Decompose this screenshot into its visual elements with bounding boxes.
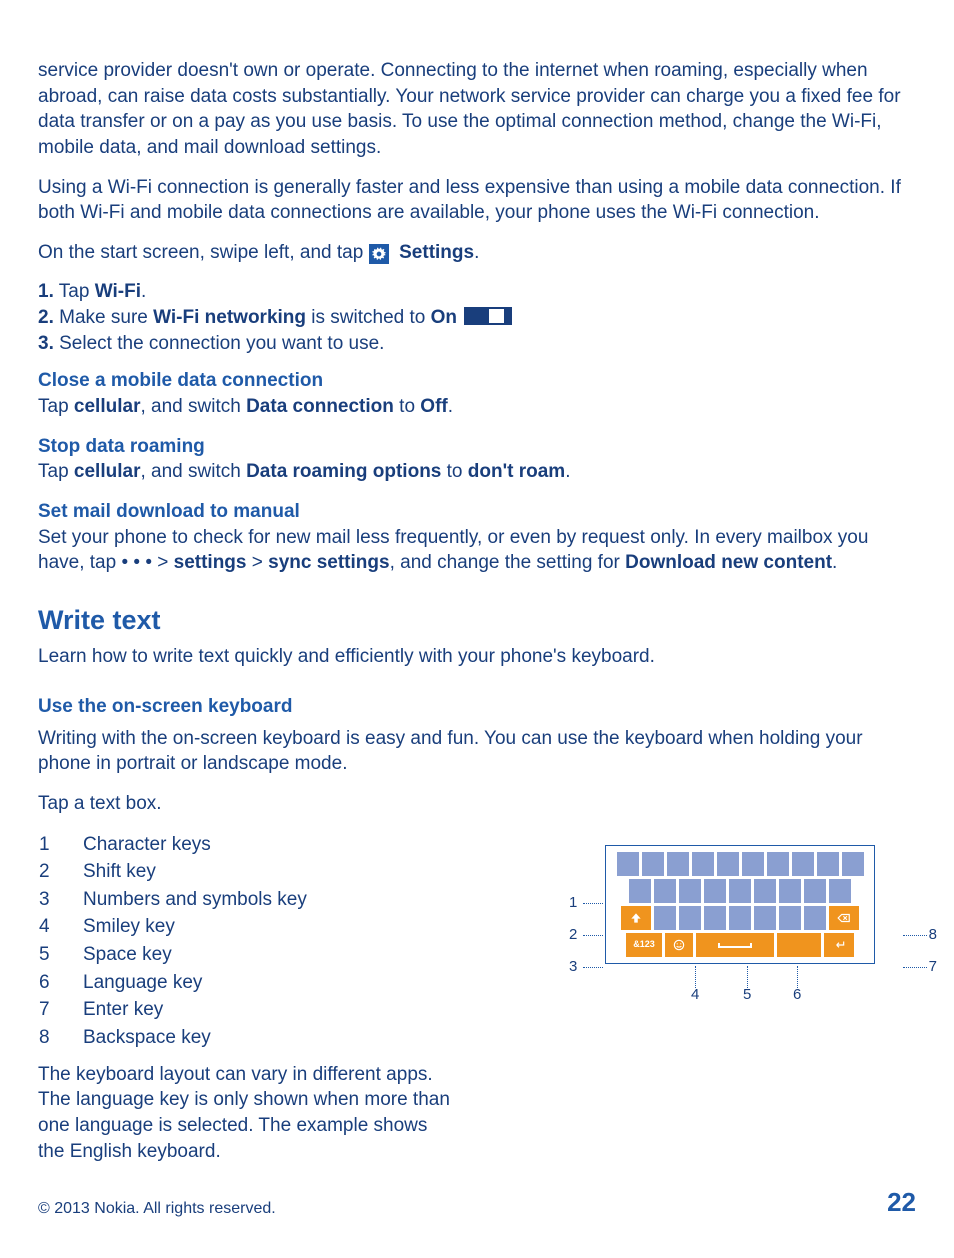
key-legend-table: 1Character keys 2Shift key 3Numbers and … [38, 831, 308, 1052]
mail-heading: Set mail download to manual [38, 499, 916, 525]
callout-1: 1 [569, 893, 577, 913]
callout-6: 6 [793, 985, 801, 1005]
callout-5: 5 [743, 985, 751, 1005]
symbols-key: &123 [626, 933, 662, 957]
legend-row: 2Shift key [38, 858, 308, 886]
osk-intro: Writing with the on-screen keyboard is e… [38, 726, 916, 777]
enter-key-icon [824, 933, 854, 957]
shift-key-icon [621, 906, 651, 930]
keyboard-illustration: &123 [605, 845, 875, 964]
step-2: 2. Make sure Wi-Fi networking is switche… [38, 305, 916, 331]
mail-body: Set your phone to check for new mail les… [38, 525, 916, 576]
stop-roaming-section: Stop data roaming Tap cellular, and swit… [38, 434, 916, 485]
mail-section: Set mail download to manual Set your pho… [38, 499, 916, 576]
settings-label: Settings [394, 242, 474, 263]
step-1: 1. Tap Wi-Fi. [38, 279, 916, 305]
legend-row: 8Backspace key [38, 1024, 308, 1052]
smiley-key-icon [665, 933, 693, 957]
callout-2: 2 [569, 925, 577, 945]
legend-row: 6Language key [38, 969, 308, 997]
page-footer: © 2013 Nokia. All rights reserved. 22 [38, 1185, 916, 1220]
ellipsis-icon: • • • [121, 552, 157, 573]
page-number: 22 [887, 1185, 916, 1220]
toggle-on-icon [464, 307, 506, 325]
osk-subhead: Use the on-screen keyboard [38, 694, 916, 720]
paragraph-intro-2: Using a Wi-Fi connection is generally fa… [38, 175, 916, 226]
legend-row: 3Numbers and symbols key [38, 886, 308, 914]
space-key-icon [696, 933, 774, 957]
write-intro: Learn how to write text quickly and effi… [38, 644, 916, 670]
legend-row: 5Space key [38, 941, 308, 969]
start-instruction: On the start screen, swipe left, and tap… [38, 240, 916, 266]
close-connection-section: Close a mobile data connection Tap cellu… [38, 368, 916, 419]
callout-3: 3 [569, 957, 577, 977]
legend-row: 4Smiley key [38, 913, 308, 941]
close-body: Tap cellular, and switch Data connection… [38, 394, 916, 420]
legend-row: 1Character keys [38, 831, 308, 859]
char-key [617, 852, 639, 876]
stop-heading: Stop data roaming [38, 434, 916, 460]
paragraph-intro-1: service provider doesn't own or operate.… [38, 58, 916, 161]
copyright-text: © 2013 Nokia. All rights reserved. [38, 1198, 276, 1220]
stop-body: Tap cellular, and switch Data roaming op… [38, 459, 916, 485]
osk-tap: Tap a text box. [38, 791, 916, 817]
close-heading: Close a mobile data connection [38, 368, 916, 394]
language-key [777, 933, 821, 957]
settings-icon [369, 244, 389, 264]
steps-list: 1. Tap Wi-Fi. 2. Make sure Wi-Fi network… [38, 279, 916, 356]
keyboard-diagram: 1 2 3 8 7 [571, 845, 901, 964]
backspace-key-icon [829, 906, 859, 930]
osk-note: The keyboard layout can vary in differen… [38, 1062, 458, 1165]
legend-row: 7Enter key [38, 996, 308, 1024]
callout-4: 4 [691, 985, 699, 1005]
write-text-heading: Write text [38, 602, 916, 638]
step-3: 3. Select the connection you want to use… [38, 331, 916, 357]
text: On the start screen, swipe left, and tap [38, 242, 369, 263]
